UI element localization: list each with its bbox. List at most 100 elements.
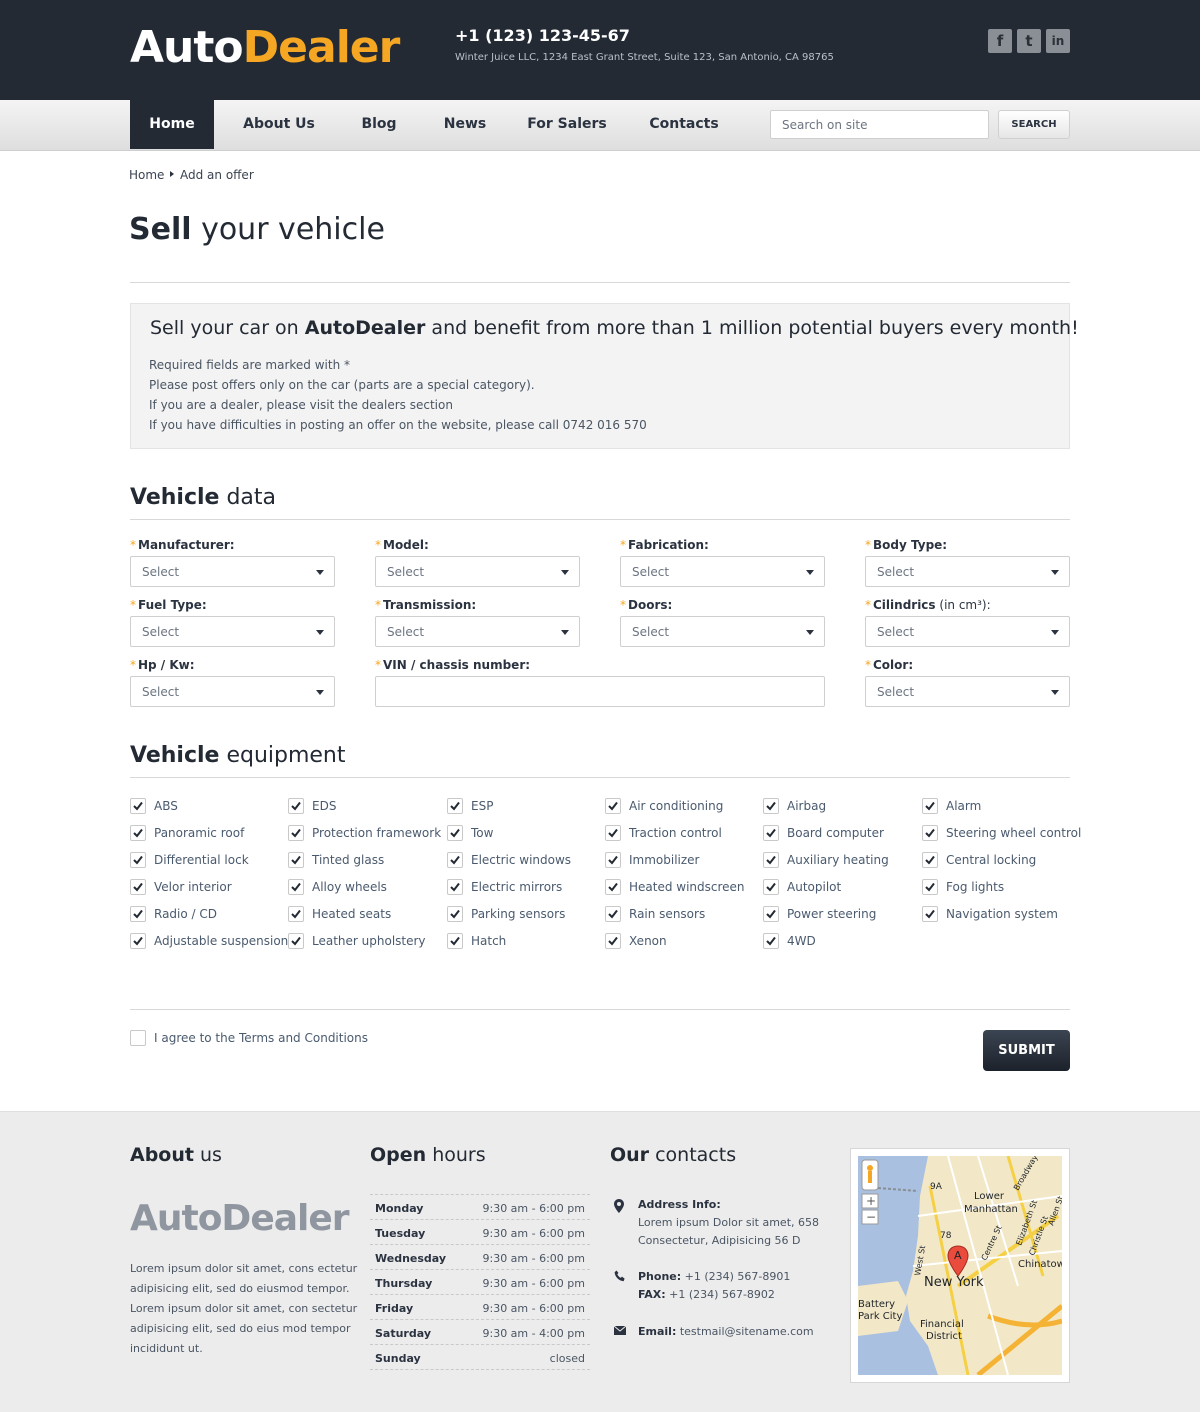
hp-kw-select[interactable]: Select bbox=[130, 676, 335, 707]
equipment-label[interactable]: Tow bbox=[471, 826, 493, 840]
equipment-checkbox[interactable] bbox=[288, 825, 304, 841]
search-input[interactable] bbox=[770, 110, 989, 139]
equipment-checkbox[interactable] bbox=[922, 798, 938, 814]
equipment-label[interactable]: Immobilizer bbox=[629, 853, 700, 867]
equipment-label[interactable]: Central locking bbox=[946, 853, 1036, 867]
equipment-label[interactable]: Board computer bbox=[787, 826, 884, 840]
fabrication-select[interactable]: Select bbox=[620, 556, 825, 587]
equipment-label[interactable]: Autopilot bbox=[787, 880, 841, 894]
equipment-checkbox[interactable] bbox=[447, 825, 463, 841]
vin-input[interactable] bbox=[375, 676, 825, 707]
equipment-label[interactable]: Panoramic roof bbox=[154, 826, 244, 840]
submit-button[interactable]: SUBMIT bbox=[983, 1030, 1070, 1071]
nav-item-contacts[interactable]: Contacts bbox=[648, 100, 720, 149]
nav-item-news[interactable]: News bbox=[438, 100, 492, 149]
equipment-label[interactable]: Adjustable suspension bbox=[154, 934, 288, 948]
equipment-checkbox[interactable] bbox=[130, 798, 146, 814]
equipment-label[interactable]: Tinted glass bbox=[312, 853, 384, 867]
manufacturer-select[interactable]: Select bbox=[130, 556, 335, 587]
equipment-label[interactable]: Alarm bbox=[946, 799, 981, 813]
nav-item-for-salers[interactable]: For Salers bbox=[526, 100, 608, 149]
equipment-label[interactable]: Air conditioning bbox=[629, 799, 723, 813]
equipment-label[interactable]: Differential lock bbox=[154, 853, 249, 867]
model-select[interactable]: Select bbox=[375, 556, 580, 587]
equipment-checkbox[interactable] bbox=[763, 933, 779, 949]
terms-label[interactable]: I agree to the Terms and Conditions bbox=[154, 1031, 368, 1045]
search-button[interactable]: SEARCH bbox=[998, 110, 1070, 139]
equipment-checkbox[interactable] bbox=[922, 825, 938, 841]
equipment-checkbox[interactable] bbox=[605, 906, 621, 922]
equipment-label[interactable]: Leather upholstery bbox=[312, 934, 426, 948]
equipment-label[interactable]: Navigation system bbox=[946, 907, 1058, 921]
equipment-checkbox[interactable] bbox=[447, 933, 463, 949]
fuel-type-select[interactable]: Select bbox=[130, 616, 335, 647]
equipment-label[interactable]: Heated windscreen bbox=[629, 880, 745, 894]
equipment-checkbox[interactable] bbox=[763, 879, 779, 895]
equipment-label[interactable]: Parking sensors bbox=[471, 907, 565, 921]
equipment-label[interactable]: 4WD bbox=[787, 934, 816, 948]
equipment-checkbox[interactable] bbox=[447, 798, 463, 814]
site-logo[interactable]: AutoDealer bbox=[130, 22, 400, 73]
transmission-select[interactable]: Select bbox=[375, 616, 580, 647]
equipment-label[interactable]: Steering wheel control bbox=[946, 826, 1081, 840]
equipment-label[interactable]: Velor interior bbox=[154, 880, 232, 894]
equipment-checkbox[interactable] bbox=[605, 825, 621, 841]
breadcrumb-home[interactable]: Home bbox=[129, 168, 164, 182]
cilindrics-select[interactable]: Select bbox=[865, 616, 1070, 647]
equipment-checkbox[interactable] bbox=[288, 852, 304, 868]
equipment-checkbox[interactable] bbox=[447, 879, 463, 895]
doors-select[interactable]: Select bbox=[620, 616, 825, 647]
equipment-label[interactable]: Traction control bbox=[629, 826, 722, 840]
equipment-checkbox[interactable] bbox=[447, 906, 463, 922]
equipment-label[interactable]: Xenon bbox=[629, 934, 667, 948]
equipment-checkbox[interactable] bbox=[288, 933, 304, 949]
email-link[interactable]: testmail@sitename.com bbox=[680, 1325, 814, 1338]
equipment-checkbox[interactable] bbox=[763, 852, 779, 868]
equipment-checkbox[interactable] bbox=[130, 933, 146, 949]
nav-item-home[interactable]: Home bbox=[130, 100, 214, 149]
equipment-label[interactable]: Electric windows bbox=[471, 853, 571, 867]
equipment-checkbox[interactable] bbox=[288, 879, 304, 895]
equipment-label[interactable]: Fog lights bbox=[946, 880, 1004, 894]
linkedin-icon[interactable]: in bbox=[1046, 29, 1070, 53]
equipment-label[interactable]: Protection framework bbox=[312, 826, 441, 840]
equipment-checkbox[interactable] bbox=[763, 825, 779, 841]
equipment-label[interactable]: ESP bbox=[471, 799, 493, 813]
equipment-label[interactable]: Heated seats bbox=[312, 907, 391, 921]
equipment-checkbox[interactable] bbox=[922, 879, 938, 895]
equipment-label[interactable]: Radio / CD bbox=[154, 907, 217, 921]
equipment-label[interactable]: EDS bbox=[312, 799, 336, 813]
equipment-checkbox[interactable] bbox=[763, 906, 779, 922]
equipment-checkbox[interactable] bbox=[605, 933, 621, 949]
body-type-select[interactable]: Select bbox=[865, 556, 1070, 587]
equipment-label[interactable]: Auxiliary heating bbox=[787, 853, 889, 867]
equipment-checkbox[interactable] bbox=[922, 906, 938, 922]
equipment-checkbox[interactable] bbox=[130, 879, 146, 895]
equipment-label[interactable]: Power steering bbox=[787, 907, 876, 921]
equipment-checkbox[interactable] bbox=[447, 852, 463, 868]
equipment-label[interactable]: Airbag bbox=[787, 799, 826, 813]
facebook-icon[interactable]: f bbox=[988, 29, 1012, 53]
terms-checkbox[interactable] bbox=[130, 1030, 146, 1046]
equipment-checkbox[interactable] bbox=[763, 798, 779, 814]
equipment-label[interactable]: Electric mirrors bbox=[471, 880, 562, 894]
equipment-checkbox[interactable] bbox=[130, 852, 146, 868]
equipment-checkbox[interactable] bbox=[288, 906, 304, 922]
twitter-icon[interactable]: t bbox=[1017, 29, 1041, 53]
equipment-label[interactable]: Rain sensors bbox=[629, 907, 705, 921]
equipment-label[interactable]: Alloy wheels bbox=[312, 880, 387, 894]
hours-time: closed bbox=[549, 1352, 585, 1365]
map-widget[interactable]: + − 9A 78 A Lower Manhattan New York Chi… bbox=[858, 1156, 1062, 1375]
equipment-checkbox[interactable] bbox=[605, 852, 621, 868]
equipment-checkbox[interactable] bbox=[922, 852, 938, 868]
nav-item-blog[interactable]: Blog bbox=[354, 100, 404, 149]
color-select[interactable]: Select bbox=[865, 676, 1070, 707]
nav-item-about-us[interactable]: About Us bbox=[238, 100, 320, 149]
equipment-label[interactable]: ABS bbox=[154, 799, 178, 813]
equipment-checkbox[interactable] bbox=[288, 798, 304, 814]
equipment-checkbox[interactable] bbox=[130, 825, 146, 841]
equipment-checkbox[interactable] bbox=[130, 906, 146, 922]
equipment-checkbox[interactable] bbox=[605, 879, 621, 895]
equipment-checkbox[interactable] bbox=[605, 798, 621, 814]
equipment-label[interactable]: Hatch bbox=[471, 934, 506, 948]
